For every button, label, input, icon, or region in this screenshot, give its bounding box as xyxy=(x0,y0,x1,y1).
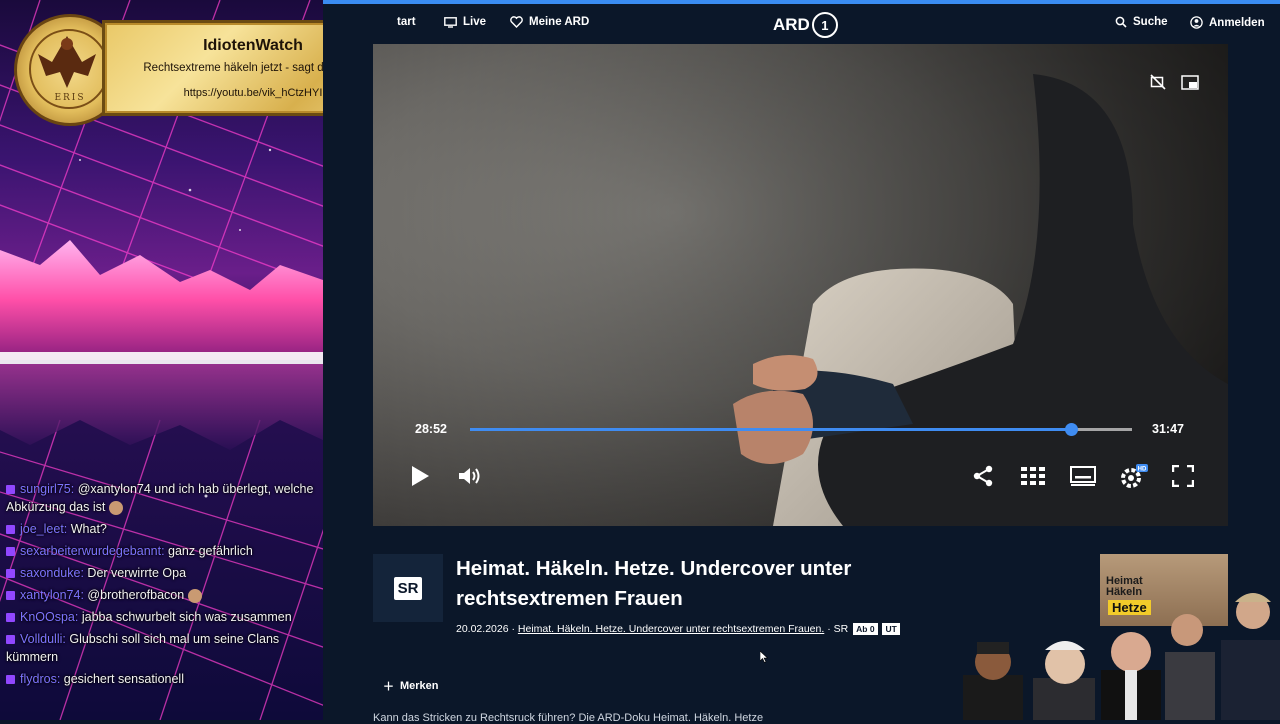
plaque-title: IdiotenWatch xyxy=(203,37,303,54)
current-time: 28:52 xyxy=(415,422,447,436)
chat-text: jabba schwurbelt sich was zusammen xyxy=(81,610,292,624)
cast-off-button[interactable] xyxy=(1148,72,1168,92)
chat-badge-icon xyxy=(6,635,15,645)
chat-badge-icon xyxy=(6,525,15,535)
chat-username[interactable]: Volldulli xyxy=(20,632,62,646)
plaque-url: https://youtu.be/vik_hCtzHYI xyxy=(183,87,323,99)
bookmark-button[interactable]: ＋ Merken xyxy=(383,678,439,694)
chat-badge-icon xyxy=(6,613,15,623)
video-date: 20.02.2026 · xyxy=(456,623,515,635)
pip-icon xyxy=(1181,74,1199,90)
video-channel: · SR xyxy=(827,623,849,635)
duration: 31:47 xyxy=(1152,422,1184,436)
search-icon xyxy=(1115,16,1127,28)
nav-start-label: tart xyxy=(397,16,416,28)
nav-meine-ard[interactable]: Meine ARD xyxy=(510,16,589,28)
nav-live[interactable]: Live xyxy=(444,16,486,28)
chat-message: sungirl75: @xantylon74 und ich hab überl… xyxy=(6,482,314,515)
chat-text: ganz gefährlich xyxy=(168,544,253,558)
ard-mediathek-page: tart Live Meine ARD ARD 1 Suche Anmelden xyxy=(323,0,1280,724)
chat-message: KnOOspa: jabba schwurbelt sich was zusam… xyxy=(0,606,323,628)
seek-handle[interactable] xyxy=(1065,423,1079,436)
share-button[interactable] xyxy=(966,459,1000,493)
chat-badge-icon xyxy=(6,675,15,685)
nav-search-label: Suche xyxy=(1133,16,1168,28)
chat-log: sungirl75: @xantylon74 und ich hab überl… xyxy=(0,478,323,690)
seek-bar[interactable] xyxy=(470,423,1132,436)
settings-button[interactable]: HD xyxy=(1116,459,1152,493)
bookmark-label: Merken xyxy=(400,680,439,692)
idiotenwatch-plaque: IdiotenWatch Rechtsextreme häkeln jetzt … xyxy=(102,20,323,116)
chat-emote-icon xyxy=(109,500,124,515)
chat-username[interactable]: sexarbeiterwurdegebannt xyxy=(20,544,161,558)
ard-logo-one: 1 xyxy=(811,12,838,38)
nav-live-label: Live xyxy=(463,16,487,28)
user-icon xyxy=(1190,16,1203,29)
gear-hd-icon: HD xyxy=(1121,464,1148,488)
chat-message: xantylon74: @brotherofbacon xyxy=(0,584,323,606)
chat-badge-icon xyxy=(6,569,15,579)
chat-message: sexarbeiterwurdegebannt: ganz gefährlich xyxy=(0,540,323,562)
ard-logo[interactable]: ARD 1 xyxy=(773,12,838,38)
nav-meine-ard-label: Meine ARD xyxy=(529,16,590,28)
fullscreen-button[interactable] xyxy=(1166,459,1200,493)
chat-username[interactable]: xantylon74 xyxy=(20,588,80,602)
chat-username[interactable]: KnOOspa xyxy=(20,610,75,624)
heart-icon xyxy=(510,16,523,28)
nav-login[interactable]: Anmelden xyxy=(1190,16,1265,29)
play-icon xyxy=(412,466,429,486)
top-navigation: tart Live Meine ARD ARD 1 Suche Anmelden xyxy=(323,4,1280,44)
chat-text: @brotherofbacon xyxy=(87,588,185,602)
chat-text: gesichert sensationell xyxy=(63,672,184,686)
seek-progress xyxy=(470,428,1072,431)
chat-text: What? xyxy=(70,522,107,536)
chat-username[interactable]: sungirl75 xyxy=(20,482,71,496)
chat-emote-icon xyxy=(188,588,203,603)
chat-badge-icon xyxy=(6,591,15,601)
nav-start[interactable]: tart xyxy=(397,16,416,28)
age-rating-badge: Ab 0 xyxy=(853,623,878,635)
play-button[interactable] xyxy=(403,459,437,493)
subtitle-badge: UT xyxy=(882,623,900,635)
video-meta: 20.02.2026 · Heimat. Häkeln. Hetze. Unde… xyxy=(456,623,900,635)
subtitles-off-icon xyxy=(1150,74,1166,90)
chat-badge-icon xyxy=(6,485,15,495)
broadcaster-logo[interactable]: SR xyxy=(373,554,443,622)
chat-text: Der verwirrte Opa xyxy=(87,566,187,580)
svg-text:HD: HD xyxy=(1138,467,1147,473)
volume-icon xyxy=(459,468,480,484)
chat-username[interactable]: flydros xyxy=(20,672,57,686)
stream-overlay-panel: ERIS IdiotenWatch Rechtsextreme häkeln j… xyxy=(0,0,323,720)
politician-cutouts xyxy=(963,593,1280,720)
mouse-cursor xyxy=(760,651,768,663)
subtitles-button[interactable] xyxy=(1066,459,1100,493)
broadcaster-logo-text: SR xyxy=(393,576,423,600)
subtitles-icon xyxy=(1070,466,1096,486)
ard-logo-text: ARD xyxy=(773,15,810,34)
plus-icon: ＋ xyxy=(383,681,394,693)
chat-username[interactable]: joe_leet xyxy=(20,522,64,536)
chat-message: Volldulli: Glubschi soll sich mal um sei… xyxy=(6,632,280,664)
video-player[interactable]: 28:52 31:47 HD xyxy=(373,44,1228,526)
video-frame xyxy=(373,44,1228,526)
video-title: Heimat. Häkeln. Hetze. Undercover unter … xyxy=(456,557,852,610)
video-description: Kann das Stricken zu Rechtsruck führen? … xyxy=(373,712,764,724)
series-link[interactable]: Heimat. Häkeln. Hetze. Undercover unter … xyxy=(518,623,824,635)
chat-badge-icon xyxy=(6,547,15,557)
picture-in-picture-button[interactable] xyxy=(1179,72,1201,92)
volume-button[interactable] xyxy=(453,459,487,493)
nav-login-label: Anmelden xyxy=(1209,16,1265,29)
chat-message: joe_leet: What? xyxy=(0,518,323,540)
nav-search[interactable]: Suche xyxy=(1115,16,1168,28)
chat-message: flydros: gesichert sensationell xyxy=(0,668,323,690)
share-icon xyxy=(973,465,993,487)
tv-icon xyxy=(444,16,457,28)
fullscreen-icon xyxy=(1172,465,1194,487)
chat-message: saxonduke: Der verwirrte Opa xyxy=(0,562,323,584)
plaque-subtitle: Rechtsextreme häkeln jetzt - sagt der ÖR… xyxy=(143,62,323,74)
grid-icon xyxy=(1021,467,1045,485)
chat-username[interactable]: saxonduke xyxy=(20,566,80,580)
chapters-button[interactable] xyxy=(1016,459,1050,493)
